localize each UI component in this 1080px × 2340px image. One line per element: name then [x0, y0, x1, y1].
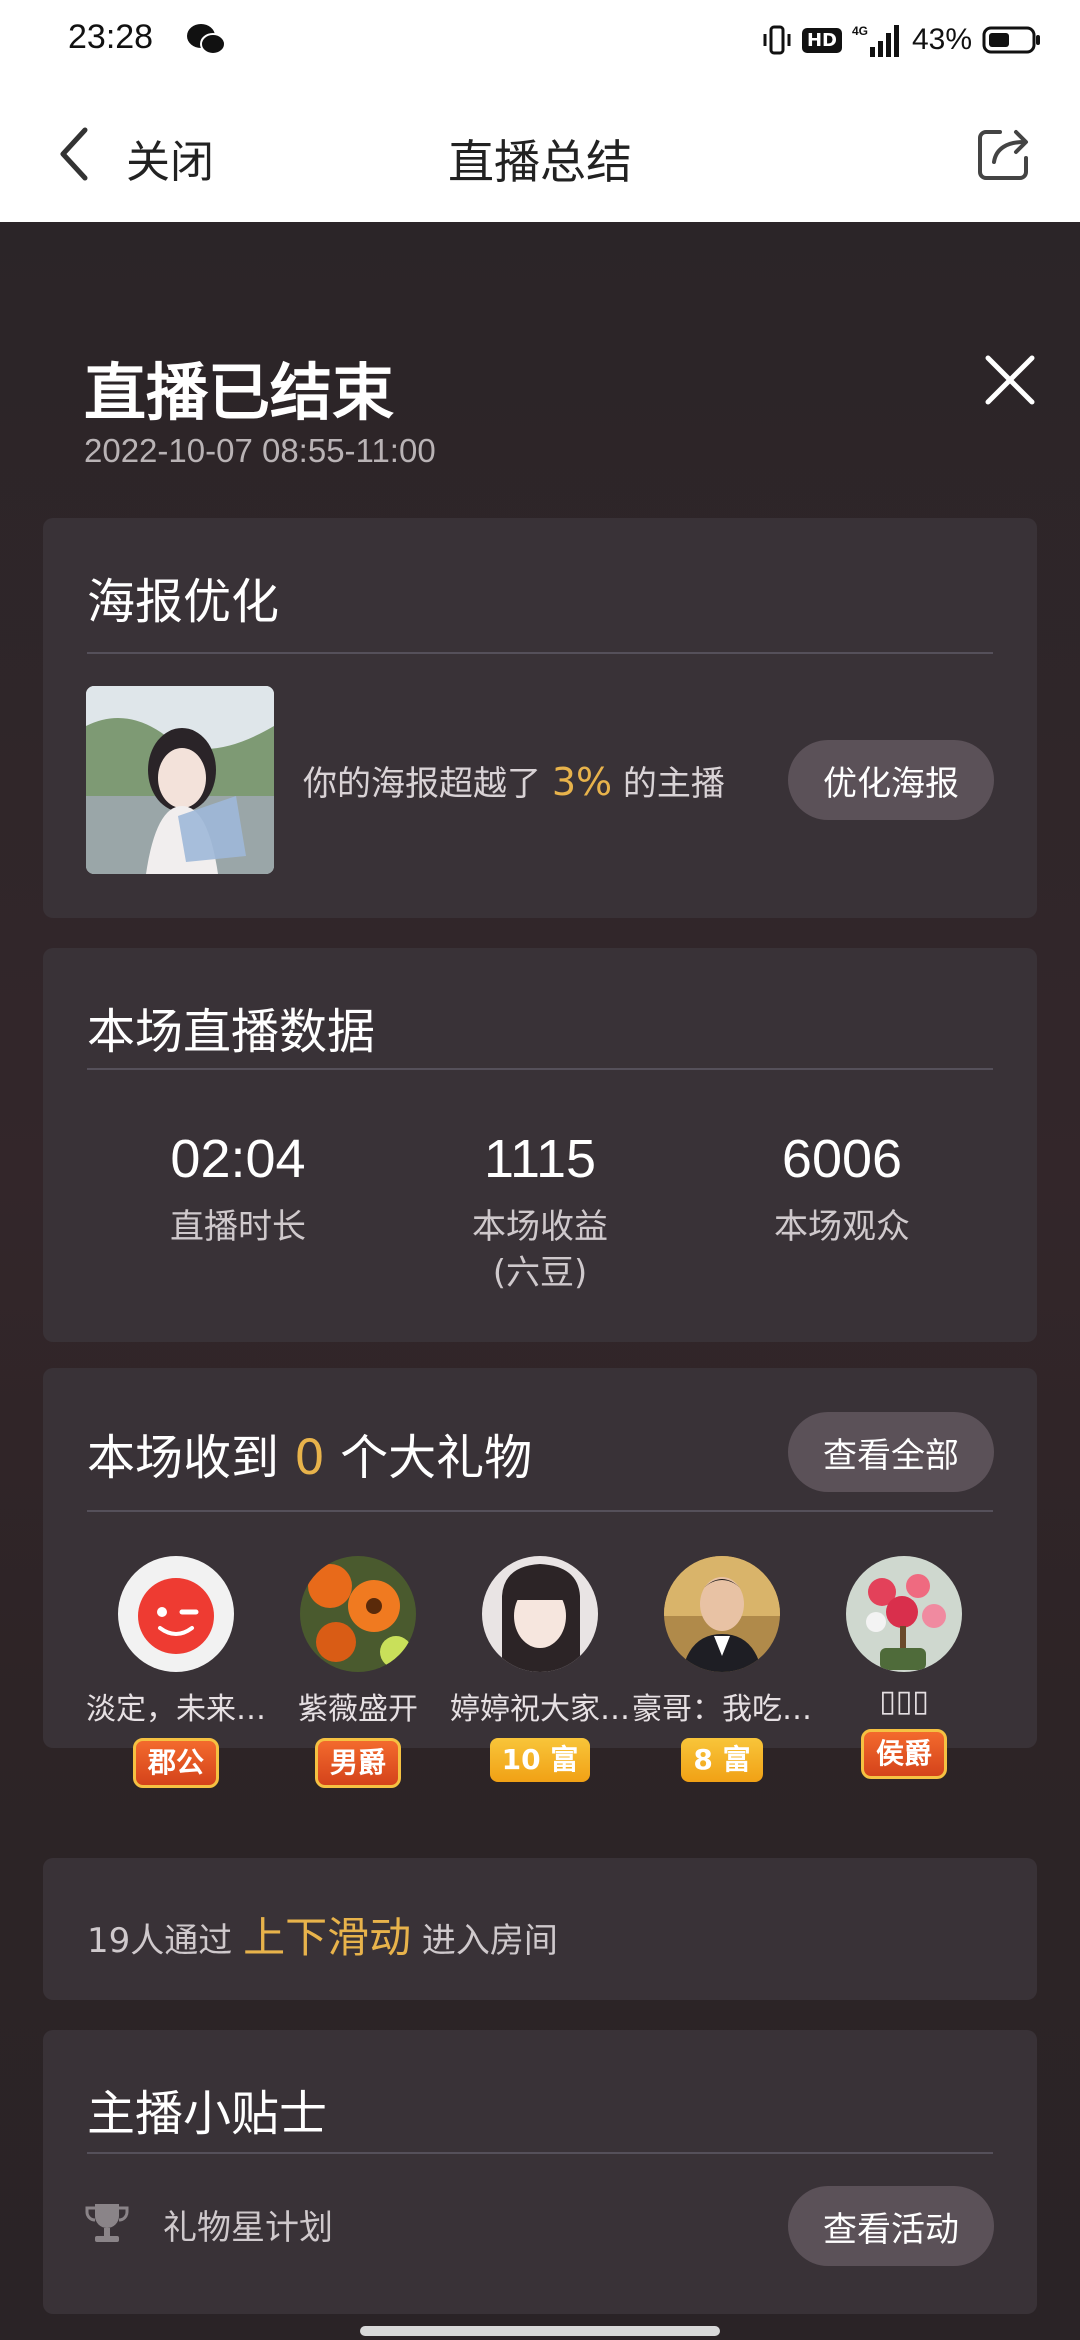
gift-user-name: 豪哥：我吃… — [632, 1692, 812, 1727]
poster-rank-text: 你的海报超越了 3% 的主播 — [303, 756, 725, 805]
gifts-title-pre: 本场收到 — [87, 1430, 295, 1486]
gifts-card-title: 本场收到 0 个大礼物 — [87, 1418, 532, 1488]
view-activity-button[interactable]: 查看活动 — [788, 2186, 994, 2266]
noble-badge: 侯爵 — [860, 1729, 947, 1779]
gift-user-name: 婷婷祝大家… — [450, 1692, 630, 1727]
wealth-badge: 8 富 — [681, 1738, 763, 1782]
stat-value: 02:04 — [170, 1129, 306, 1189]
stat-label: 直播时长 — [170, 1207, 306, 1247]
swipe-suffix: 进入房间 — [411, 1921, 558, 1961]
live-stats-card: 本场直播数据 02:04 直播时长 1115 本场收益 (六豆) 6006 本场… — [43, 948, 1037, 1342]
divider — [87, 1510, 993, 1512]
live-summary-panel: 直播已结束 2022-10-07 08:55-11:00 海报优化 你的海报超越… — [0, 222, 1080, 2340]
view-all-button[interactable]: 查看全部 — [788, 1412, 994, 1492]
page-title: 直播总结 — [448, 135, 632, 189]
optimize-poster-button[interactable]: 优化海报 — [788, 740, 994, 820]
stat-label: 本场收益 (六豆) — [390, 1204, 690, 1296]
tips-card-title: 主播小贴士 — [87, 2086, 328, 2142]
stat-label: 本场观众 — [774, 1207, 910, 1247]
signal-icon: 4G — [852, 24, 899, 57]
poster-text-pre: 你的海报超越了 — [303, 764, 552, 804]
stat-audience: 6006 本场观众 — [692, 1128, 992, 1250]
gift-star-plan-label: 礼物星计划 — [163, 2208, 333, 2248]
avatar — [118, 1556, 234, 1672]
poster-text-post: 的主播 — [612, 764, 725, 804]
gifts-count: 0 — [294, 1430, 325, 1486]
gift-user-name: 淡定，未来… — [86, 1692, 266, 1727]
stat-label-main: 本场收益 — [472, 1207, 608, 1247]
status-time: 23:28 — [68, 18, 154, 56]
gift-user-name: 紫薇盛开 — [298, 1692, 418, 1727]
divider — [87, 1068, 993, 1070]
stat-label-sub: (六豆) — [492, 1253, 588, 1293]
avatar — [664, 1556, 780, 1672]
noble-badge: 郡公 — [132, 1738, 219, 1788]
live-ended-title: 直播已结束 — [84, 356, 395, 429]
anchor-tips-card: 主播小贴士 礼物星计划 查看活动 — [43, 2030, 1037, 2314]
avatar — [300, 1556, 416, 1672]
gift-user-name: ▯▯▯ — [879, 1684, 929, 1719]
gift-user[interactable]: ▯▯▯ 侯爵 — [813, 1556, 995, 1779]
battery-icon — [982, 26, 1040, 54]
swipe-count-text: 19人通过 — [87, 1921, 244, 1961]
gift-user[interactable]: 紫薇盛开 男爵 — [267, 1556, 449, 1788]
divider — [87, 2152, 993, 2154]
gift-user[interactable]: 婷婷祝大家… 10 富 — [449, 1556, 631, 1782]
wealth-badge: 10 富 — [489, 1738, 591, 1782]
close-icon[interactable] — [980, 350, 1040, 410]
poster-percent: 3% — [551, 760, 613, 804]
poster-optimization-card: 海报优化 你的海报超越了 3% 的主播 优化海报 — [43, 518, 1037, 918]
avatar — [482, 1556, 598, 1672]
gift-user[interactable]: 豪哥：我吃… 8 富 — [631, 1556, 813, 1782]
gifts-title-post: 个大礼物 — [324, 1430, 533, 1486]
poster-card-title: 海报优化 — [87, 574, 280, 630]
poster-thumbnail[interactable] — [86, 686, 274, 874]
live-time-range: 2022-10-07 08:55-11:00 — [84, 432, 436, 469]
trophy-icon — [85, 2204, 129, 2242]
nav-bar: 关闭 直播总结 — [0, 82, 1080, 223]
home-indicator[interactable] — [360, 2326, 720, 2336]
avatar — [846, 1556, 962, 1672]
gift-user[interactable]: 淡定，未来… 郡公 — [85, 1556, 267, 1788]
share-icon[interactable] — [974, 122, 1036, 184]
battery-percent: 43% — [911, 23, 972, 56]
stat-value: 1115 — [483, 1129, 597, 1189]
swipe-action: 上下滑动 — [243, 1913, 412, 1962]
stat-duration: 02:04 直播时长 — [88, 1128, 388, 1250]
status-bar: 23:28 HD 4G 43% — [0, 0, 1080, 82]
swipe-entry-card: 19人通过 上下滑动 进入房间 — [43, 1858, 1037, 2000]
wechat-icon — [187, 24, 226, 55]
noble-badge: 男爵 — [314, 1738, 401, 1788]
hd-badge: HD — [801, 27, 842, 53]
stats-card-title: 本场直播数据 — [87, 1004, 376, 1060]
stat-value: 6006 — [781, 1129, 903, 1189]
divider — [87, 652, 993, 654]
big-gifts-card: 本场收到 0 个大礼物 查看全部 淡定，未来… 郡公 紫薇盛开 男爵 婷婷祝大家… — [43, 1368, 1037, 1788]
vibrate-icon — [763, 25, 791, 55]
stat-revenue: 1115 本场收益 (六豆) — [390, 1128, 690, 1296]
svg-text:4G: 4G — [852, 24, 868, 38]
swipe-entry-text: 19人通过 上下滑动 进入房间 — [87, 1904, 558, 1965]
